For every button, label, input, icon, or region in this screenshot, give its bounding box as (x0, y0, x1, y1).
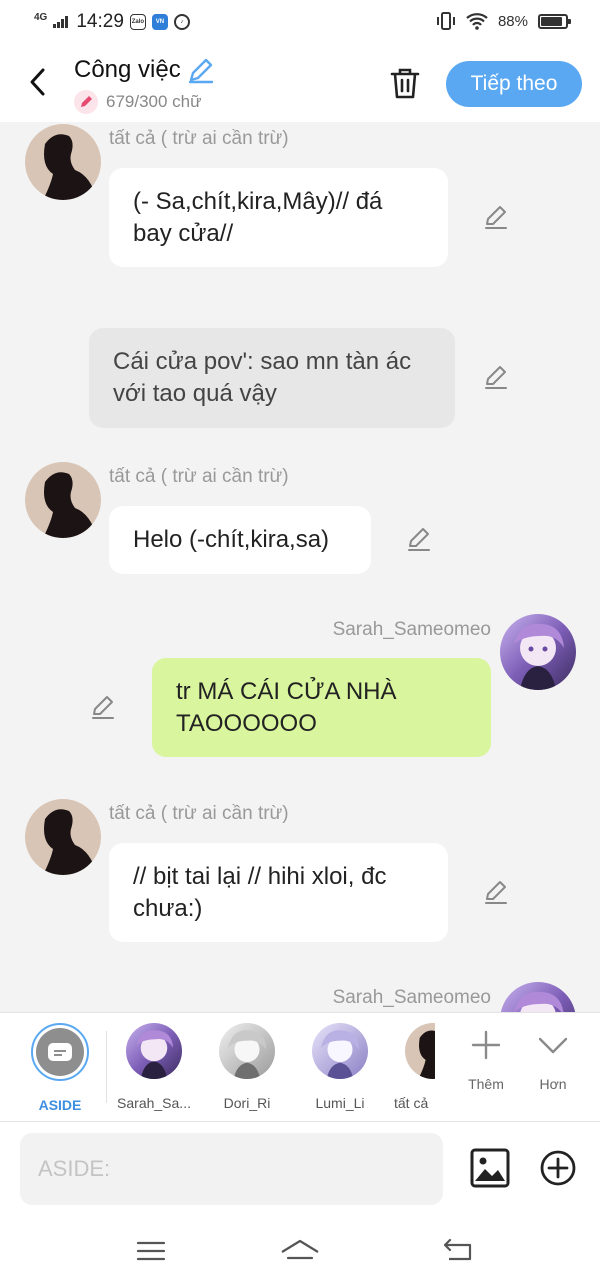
character-label: Dori_Ri (223, 1095, 271, 1111)
anime-avatar (126, 1023, 182, 1079)
character-all[interactable]: tất cả (385, 1023, 435, 1111)
edit-message-button[interactable] (479, 200, 513, 234)
menu-icon (136, 1241, 166, 1261)
message-bubble[interactable]: tr MÁ CÁI CỬA NHÀ TAOOOOOO (152, 658, 491, 757)
character-label: Lumi_Li (315, 1095, 365, 1111)
vibrate-icon (436, 12, 455, 30)
status-bar: 4G 14:29 Zalo VN ♪ 88% (0, 0, 600, 46)
divider (106, 1031, 107, 1103)
chevron-down-icon (538, 1037, 568, 1054)
tiktok-notification-icon: ♪ (173, 14, 190, 30)
editor-header: Công việc 679/300 chữ Tiếp theo (0, 46, 600, 122)
message-bubble[interactable]: (- Sa,chít,kira,Mây)// đá bay cửa// (109, 168, 448, 267)
message-bubble[interactable]: Helo (-chít,kira,sa) (109, 506, 371, 574)
message-bubble[interactable]: // bịt tai lại // hihi xloi, đc chưa:) (109, 843, 448, 942)
home-nav-button[interactable] (280, 1236, 320, 1266)
add-attachment-button[interactable] (540, 1150, 576, 1186)
trash-icon (390, 68, 420, 99)
silhouette-avatar[interactable] (25, 124, 101, 200)
signal-icon (53, 16, 69, 28)
character-selector: ASIDE Sarah_Sa... Dori_Ri Lumi_Li tất cả… (0, 1012, 600, 1122)
sender-name: Sarah_Sameomeo (332, 619, 491, 640)
wifi-icon (466, 13, 488, 30)
character-aside[interactable]: ASIDE (18, 1023, 102, 1113)
silhouette-avatar[interactable] (25, 799, 101, 875)
more-characters-button[interactable]: Hơn (523, 1029, 583, 1092)
page-title: Công việc (74, 56, 181, 83)
add-label: Thêm (468, 1076, 504, 1092)
edit-message-button[interactable] (479, 875, 513, 909)
image-icon (470, 1148, 510, 1188)
sender-name: tất cả ( trừ ai cần trừ) (109, 803, 289, 824)
character-label: Sarah_Sa... (117, 1095, 191, 1111)
insert-image-button[interactable] (470, 1148, 510, 1188)
aside-avatar (31, 1023, 89, 1081)
plus-circle-icon (540, 1150, 576, 1186)
pencil-icon (408, 528, 430, 551)
add-character-button[interactable]: Thêm (456, 1029, 516, 1092)
pencil-icon (485, 366, 507, 389)
anime-avatar[interactable] (500, 614, 576, 690)
edit-message-button[interactable] (479, 360, 513, 394)
sender-name: tất cả ( trừ ai cần trừ) (109, 128, 289, 149)
pencil-icon (485, 881, 507, 904)
lavender-anime-avatar (312, 1023, 368, 1079)
message-input[interactable] (20, 1133, 443, 1205)
chat-area[interactable]: tất cả ( trừ ai cần trừ) (- Sa,chít,kira… (0, 122, 600, 1012)
pencil-badge-icon (74, 90, 98, 114)
network-type: 4G (34, 12, 48, 23)
home-icon (281, 1239, 319, 1260)
edit-message-button[interactable] (402, 522, 436, 556)
clock: 14:29 (76, 11, 124, 32)
battery-percentage: 88% (497, 12, 528, 30)
character-dori[interactable]: Dori_Ri (205, 1023, 289, 1111)
word-count: 679/300 chữ (106, 92, 202, 111)
menu-nav-button[interactable] (131, 1236, 171, 1266)
character-label: tất cả (394, 1095, 429, 1111)
battery-icon (538, 13, 571, 29)
sender-name: Sarah_Sameomeo (332, 987, 491, 1008)
back-arrow-icon (443, 1239, 472, 1261)
more-label: Hơn (539, 1076, 567, 1092)
back-button[interactable] (18, 62, 58, 102)
character-lumi[interactable]: Lumi_Li (298, 1023, 382, 1111)
chevron-left-icon (30, 68, 45, 96)
system-navigation-bar (0, 1218, 600, 1287)
next-button[interactable]: Tiếp theo (446, 61, 582, 107)
silhouette-avatar (405, 1023, 435, 1079)
zalo-notification-icon: Zalo (129, 14, 146, 30)
edit-message-button[interactable] (86, 690, 120, 724)
pencil-icon (92, 696, 114, 719)
plus-icon (471, 1030, 501, 1060)
message-icon (48, 1043, 72, 1061)
aside-message-bubble[interactable]: Cái cửa pov': sao mn tàn ác với tao quá … (89, 328, 455, 428)
pencil-icon (485, 206, 507, 229)
sender-name: tất cả ( trừ ai cần trừ) (109, 466, 289, 487)
character-sarah[interactable]: Sarah_Sa... (112, 1023, 196, 1111)
anime-avatar[interactable] (500, 982, 576, 1012)
silhouette-avatar[interactable] (25, 462, 101, 538)
gray-anime-avatar (219, 1023, 275, 1079)
edit-title-icon[interactable] (187, 56, 215, 84)
news-notification-icon: VN (151, 14, 168, 30)
character-label: ASIDE (38, 1097, 82, 1113)
composer (0, 1122, 600, 1218)
back-nav-button[interactable] (437, 1236, 477, 1266)
delete-button[interactable] (386, 64, 424, 102)
